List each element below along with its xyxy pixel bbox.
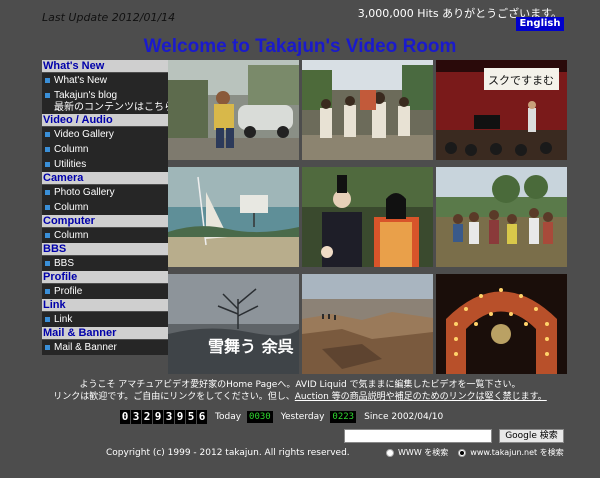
since-date: Since 2002/04/10 [364, 412, 444, 422]
welcome-line-2: リンクは歓迎です。ご自由にリンクをしてください。但し、Auction 等の商品説… [53, 392, 547, 402]
thumb-snowy-tree-title[interactable]: 雪舞う 余呉 [168, 274, 299, 374]
today-label: Today [215, 412, 242, 422]
thumb-illuminated-arch[interactable] [436, 274, 567, 374]
radio-www[interactable] [386, 448, 394, 457]
thumb-canyon-cliffs[interactable] [302, 274, 433, 374]
section-whats-new: What's New [42, 60, 168, 73]
bullet-icon [45, 205, 50, 210]
english-button[interactable]: English [516, 17, 564, 31]
section-profile: Profile [42, 271, 168, 284]
bullet-icon [45, 233, 50, 238]
thumb-man-with-car[interactable] [168, 60, 299, 160]
total-counter: 0 3 2 9 3 9 5 6 [120, 410, 207, 424]
section-bbs: BBS [42, 243, 168, 256]
page-title: Welcome to Takajun's Video Room [143, 36, 457, 57]
nav-item-profile[interactable]: Profile [42, 284, 168, 299]
thumb-street-parade[interactable] [302, 60, 433, 160]
nav-item-video-column[interactable]: Column [42, 142, 168, 157]
radio-www-label: WWW を検索 [398, 448, 449, 457]
section-video-audio: Video / Audio [42, 114, 168, 127]
bullet-icon [45, 317, 50, 322]
yesterday-label: Yesterday [280, 412, 325, 422]
nav-item-camera-column[interactable]: Column [42, 200, 168, 215]
bullet-icon [45, 345, 50, 350]
nav-item-link[interactable]: Link [42, 312, 168, 327]
section-link: Link [42, 299, 168, 312]
nav-item-whats-new[interactable]: What's New [42, 73, 168, 88]
bullet-icon [45, 93, 50, 98]
nav-item-utilities[interactable]: Utilities [42, 157, 168, 172]
thumb-children-field[interactable] [436, 167, 567, 267]
section-mail-banner: Mail & Banner [42, 327, 168, 340]
search-scope: WWW を検索 www.takajun.net を検索 [386, 447, 574, 458]
nav-item-mail-banner[interactable]: Mail & Banner [42, 340, 168, 355]
yesterday-count: 0223 [330, 411, 357, 423]
bullet-icon [45, 78, 50, 83]
copyright-text: Copyright (c) 1999 - 2012 takajun. All r… [106, 448, 350, 458]
bullet-icon [45, 261, 50, 266]
google-search-input[interactable] [344, 429, 492, 443]
section-camera: Camera [42, 172, 168, 185]
bullet-icon [45, 147, 50, 152]
radio-site-label: www.takajun.net を検索 [470, 448, 564, 457]
sidebar-nav: What's New What's New Takajun's blog 最新のコ… [42, 60, 168, 355]
welcome-message: ようこそ アマチュアビデオ愛好家のHome Pageへ。AVID Liquid … [0, 379, 600, 403]
thumb-title-text: 雪舞う 余呉 [208, 337, 294, 356]
nav-item-blog[interactable]: Takajun's blog 最新のコンテンツはこちら [42, 88, 168, 114]
nav-item-photo-gallery[interactable]: Photo Gallery [42, 185, 168, 200]
thumb-stage-performance[interactable]: スクですまむ [436, 60, 567, 160]
welcome-line-1: ようこそ アマチュアビデオ愛好家のHome Pageへ。AVID Liquid … [79, 380, 521, 390]
svg-text:スクですまむ: スクですまむ [488, 74, 554, 87]
last-update: Last Update 2012/01/14 [42, 11, 176, 24]
google-search-button[interactable]: Google 検索 [499, 429, 564, 443]
radio-site[interactable] [458, 448, 467, 457]
auction-notice-link[interactable]: Auction 等の商品説明や補足のためのリンクは堅く禁じます。 [295, 392, 547, 402]
bullet-icon [45, 162, 50, 167]
nav-item-video-gallery[interactable]: Video Gallery [42, 127, 168, 142]
bullet-icon [45, 289, 50, 294]
blog-label: Takajun's blog 最新のコンテンツはこちら [54, 90, 168, 113]
bullet-icon [45, 190, 50, 195]
section-computer: Computer [42, 215, 168, 228]
bullet-icon [45, 132, 50, 137]
access-counter: 0 3 2 9 3 9 5 6 Today 0030 Yesterday 022… [120, 409, 443, 425]
today-count: 0030 [247, 411, 273, 423]
nav-item-computer-column[interactable]: Column [42, 228, 168, 243]
nav-item-bbs[interactable]: BBS [42, 256, 168, 271]
thumb-japanese-court-costume[interactable] [302, 167, 433, 267]
thumb-sailboat-beach[interactable] [168, 167, 299, 267]
